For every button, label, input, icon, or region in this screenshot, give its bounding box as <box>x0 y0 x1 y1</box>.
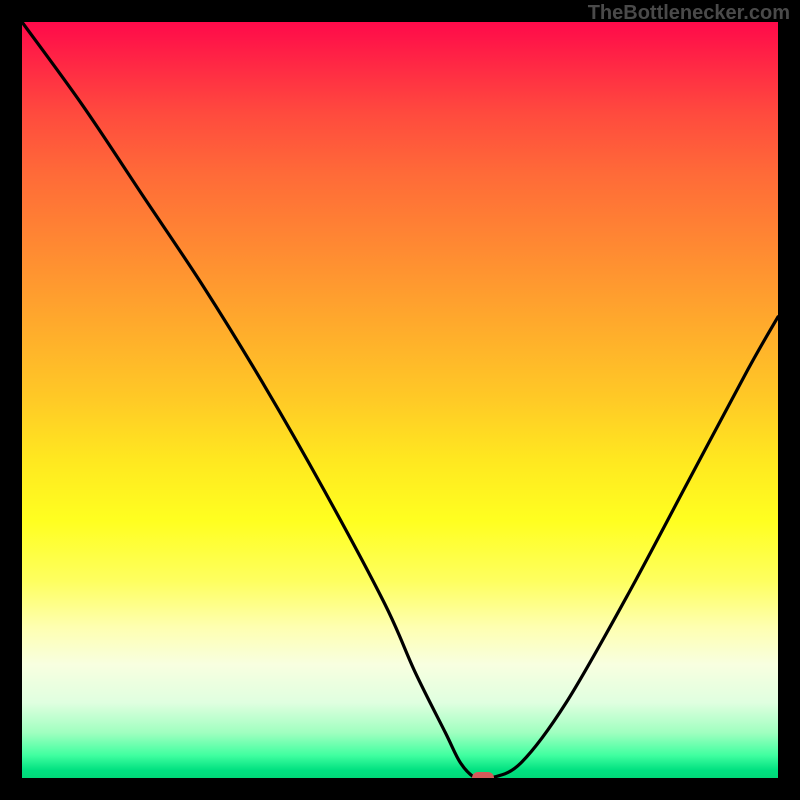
watermark-text: TheBottlenecker.com <box>588 2 790 25</box>
bottleneck-curve <box>22 22 778 778</box>
plot-area <box>22 22 778 778</box>
curve-svg <box>22 22 778 778</box>
optimal-marker <box>472 772 494 778</box>
